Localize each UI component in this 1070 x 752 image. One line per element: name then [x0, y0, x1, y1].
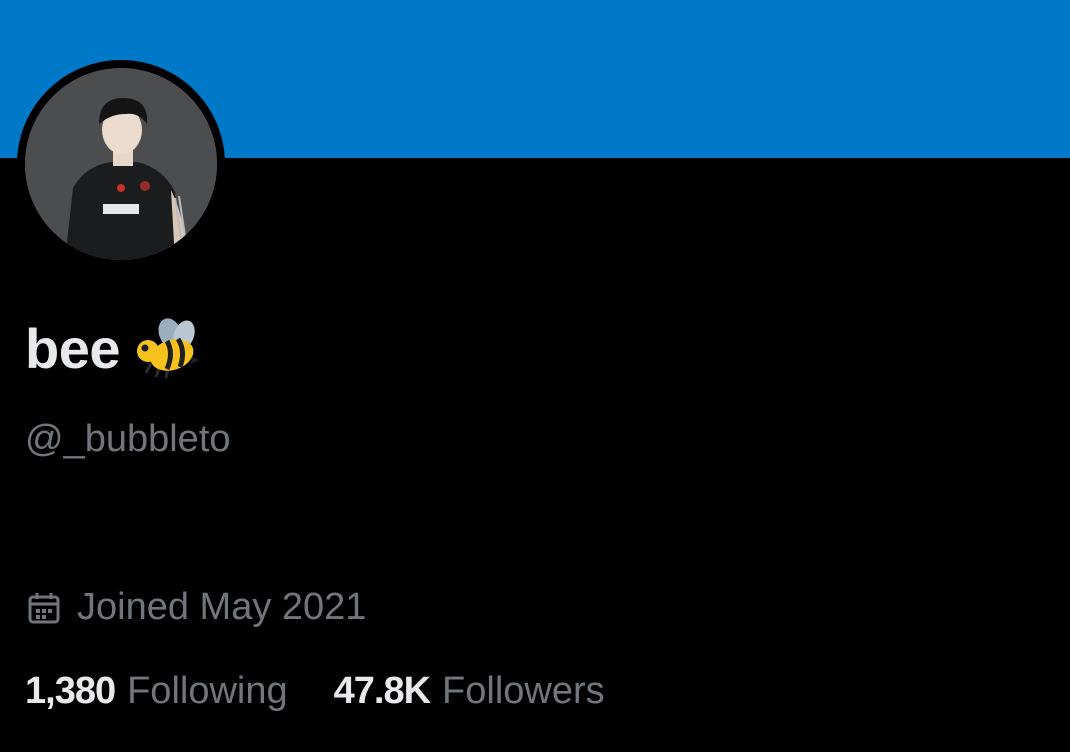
followers-count: 47.8K	[333, 670, 431, 712]
display-name: bee	[25, 312, 200, 384]
display-name-text: bee	[25, 316, 121, 380]
profile-stats: 1,380 Following 47.8K Followers	[25, 670, 605, 713]
followers-label: Followers	[442, 670, 605, 712]
joined-text: Joined May 2021	[77, 586, 367, 628]
avatar-photo	[25, 68, 217, 260]
bee-icon	[134, 317, 200, 379]
following-count: 1,380	[25, 670, 116, 712]
joined-date: Joined May 2021	[27, 586, 366, 629]
profile-handle: @_bubbleto	[25, 418, 231, 460]
avatar[interactable]	[17, 60, 225, 268]
followers-link[interactable]: 47.8K Followers	[334, 670, 605, 713]
following-label: Following	[127, 670, 288, 712]
calendar-icon	[27, 591, 61, 625]
following-link[interactable]: 1,380 Following	[25, 670, 288, 713]
